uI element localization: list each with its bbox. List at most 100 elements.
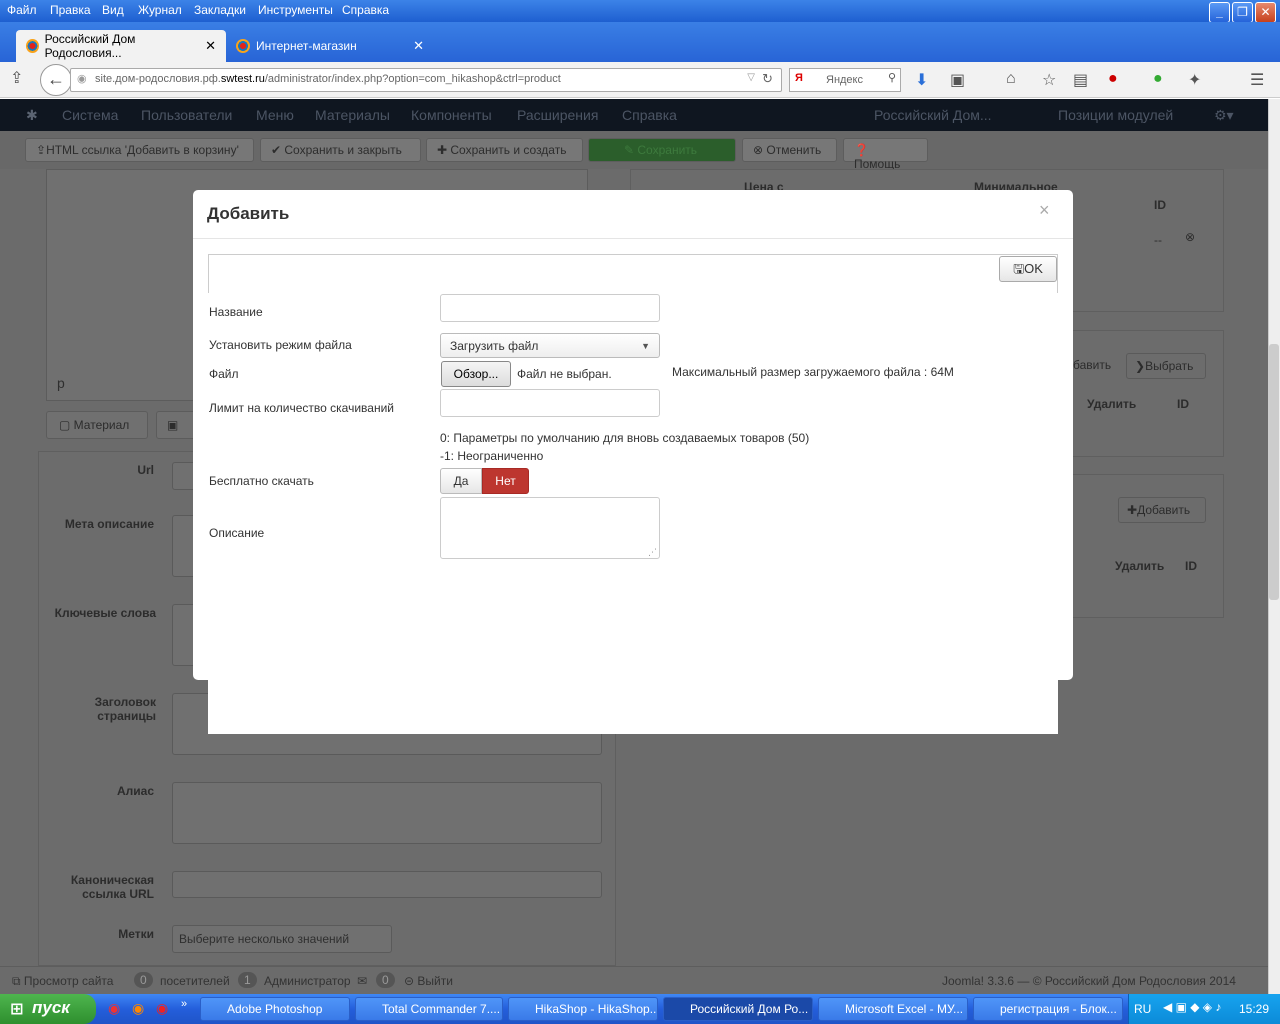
chrome-icon[interactable]: ◉: [108, 1000, 120, 1017]
firefox-icon[interactable]: ◉: [132, 1000, 144, 1017]
meta-description-label: Мета описание: [64, 517, 154, 531]
messages-badge: 0: [376, 972, 395, 988]
material-button[interactable]: ▢ Материал: [46, 411, 148, 439]
alias-field[interactable]: [172, 782, 602, 844]
close-icon[interactable]: ×: [1039, 200, 1050, 221]
tags-field[interactable]: Выберите несколько значений: [172, 925, 392, 953]
tab-close-icon[interactable]: ✕: [205, 38, 216, 54]
free-no-button[interactable]: Нет: [482, 468, 529, 494]
menu-edit[interactable]: Правка: [50, 3, 91, 17]
save-new-button[interactable]: ✚ Сохранить и создать: [426, 138, 583, 162]
task-total-commander[interactable]: Total Commander 7....: [355, 997, 503, 1021]
name-input[interactable]: [440, 294, 660, 322]
ok-button[interactable]: 🖫OK: [999, 256, 1057, 282]
site-link[interactable]: Российский Дом...: [874, 107, 992, 123]
tray-icons[interactable]: ◀ ▣ ◆ ◈ ♪: [1163, 1000, 1221, 1014]
menu-help[interactable]: Справка: [342, 3, 389, 17]
navigation-bar: ⇪ ← site.дом-родословия.рф.swtest.ru/adm…: [0, 62, 1280, 98]
bookmark-star-icon[interactable]: ☆: [1042, 70, 1056, 90]
html-link-button[interactable]: ⇪HTML ссылка 'Добавить в корзину': [25, 138, 254, 162]
hamburger-menu-icon[interactable]: ☰: [1250, 70, 1264, 90]
modal-title: Добавить: [207, 204, 290, 223]
tab-close-icon[interactable]: ✕: [413, 38, 424, 54]
add-button[interactable]: ✚Добавить: [1118, 497, 1206, 523]
reading-list-icon[interactable]: ▤: [1073, 70, 1088, 90]
menu-tools[interactable]: Инструменты: [258, 3, 333, 17]
limit-hint-unlimited: -1: Неограниченно: [440, 449, 544, 463]
dropdown-icon[interactable]: ▽: [747, 72, 755, 83]
view-site-link[interactable]: ⧉ Просмотр сайта: [12, 974, 113, 989]
save-close-button[interactable]: ✔ Сохранить и закрыть: [260, 138, 421, 162]
alias-label: Алиас: [116, 784, 154, 798]
free-yes-button[interactable]: Да: [440, 468, 482, 494]
tab-shop[interactable]: Интернет-магазин ✕: [226, 30, 434, 62]
menu-bookmarks[interactable]: Закладки: [194, 3, 246, 17]
page-title-label: Заголовок страницы: [94, 695, 156, 723]
help-button[interactable]: ❓ Помощь: [843, 138, 928, 171]
message-icon: ✉: [357, 974, 368, 988]
description-textarea[interactable]: ⋰: [440, 497, 660, 559]
nav-extensions[interactable]: Расширения: [517, 107, 598, 123]
task-excel[interactable]: Microsoft Excel - МУ...: [818, 997, 968, 1021]
joomla-favicon-icon: [236, 39, 250, 53]
tab-title: Российский Дом Родословия...: [44, 32, 136, 60]
menu-file[interactable]: Файл: [7, 3, 37, 17]
minimize-icon[interactable]: _: [1209, 2, 1230, 23]
modal-toolbar: [208, 254, 1058, 293]
close-window-icon[interactable]: ✕: [1255, 2, 1276, 23]
menu-view[interactable]: Вид: [102, 3, 124, 17]
canonical-field[interactable]: [172, 871, 602, 898]
nav-content[interactable]: Материалы: [315, 107, 390, 123]
reload-icon[interactable]: ↻: [762, 71, 773, 87]
task-notepad[interactable]: регистрация - Блок...: [973, 997, 1123, 1021]
task-hikashop[interactable]: HikaShop - HikaShop...: [508, 997, 658, 1021]
language-indicator[interactable]: RU: [1134, 1002, 1151, 1016]
home-sync-icon[interactable]: ⇪: [10, 68, 23, 88]
start-button[interactable]: ⊞ пуск: [0, 994, 96, 1024]
menu-history[interactable]: Журнал: [138, 3, 182, 17]
nav-help[interactable]: Справка: [622, 107, 677, 123]
browse-button[interactable]: Обзор...: [441, 361, 511, 387]
add-file-button[interactable]: бавить: [1069, 353, 1121, 379]
cancel-button[interactable]: ⊗ Отменить: [742, 138, 837, 162]
url-bar[interactable]: site.дом-родословия.рф.swtest.ru/adminis…: [70, 68, 782, 92]
search-box[interactable]: Я Яндекс ⚲: [789, 68, 901, 92]
screenshot-icon[interactable]: ▣: [950, 70, 965, 90]
copyright-text: Joomla! 3.3.6 — © Российский Дом Родосло…: [942, 974, 1236, 988]
adblock-icon[interactable]: ●: [1108, 70, 1118, 88]
choose-button[interactable]: ❯Выбрать: [1126, 353, 1206, 379]
logout-link[interactable]: ⊝ Выйти: [404, 974, 453, 988]
image-button[interactable]: ▣: [156, 411, 196, 439]
file-mode-label: Установить режим файла: [209, 338, 352, 352]
file-mode-select[interactable]: Загрузить файл ▼: [440, 333, 660, 358]
maximize-icon[interactable]: ❐: [1232, 2, 1253, 23]
keywords-label: Ключевые слова: [54, 606, 156, 620]
task-photoshop[interactable]: Adobe Photoshop: [200, 997, 350, 1021]
nav-components[interactable]: Компоненты: [411, 107, 492, 123]
task-firefox-active[interactable]: Российский Дом Ро...: [663, 997, 813, 1021]
limit-hint-default: 0: Параметры по умолчанию для вновь созд…: [440, 431, 810, 445]
more-icon[interactable]: »: [181, 998, 187, 1010]
search-icon[interactable]: ⚲: [888, 71, 896, 84]
extension-icon[interactable]: ✦: [1188, 70, 1201, 90]
module-positions-link[interactable]: Позиции модулей: [1058, 107, 1173, 123]
download-limit-input[interactable]: [440, 389, 660, 417]
opera-icon[interactable]: ◉: [156, 1000, 168, 1017]
nav-system[interactable]: Система: [62, 107, 118, 123]
scrollbar-thumb[interactable]: [1269, 344, 1279, 600]
tab-title: Интернет-магазин: [256, 39, 357, 53]
joomla-logo-icon: ✱: [26, 107, 38, 123]
resize-handle-icon[interactable]: ⋰: [648, 547, 657, 558]
android-icon[interactable]: ●: [1153, 70, 1163, 88]
nav-users[interactable]: Пользователи: [141, 107, 232, 123]
back-button[interactable]: ←: [40, 64, 72, 96]
download-icon[interactable]: ⬇: [915, 70, 928, 90]
joomla-admin-bar: ✱ Система Пользователи Меню Материалы Ко…: [0, 99, 1280, 131]
tab-active[interactable]: Российский Дом Родословия... ✕: [16, 30, 226, 62]
home-icon[interactable]: ⌂: [1006, 70, 1016, 88]
nav-menus[interactable]: Меню: [256, 107, 294, 123]
save-button[interactable]: ✎ Сохранить: [588, 138, 736, 162]
free-download-label: Бесплатно скачать: [209, 474, 314, 488]
gear-icon[interactable]: ⚙▾: [1214, 107, 1234, 124]
delete-icon[interactable]: ⊗: [1185, 230, 1195, 244]
